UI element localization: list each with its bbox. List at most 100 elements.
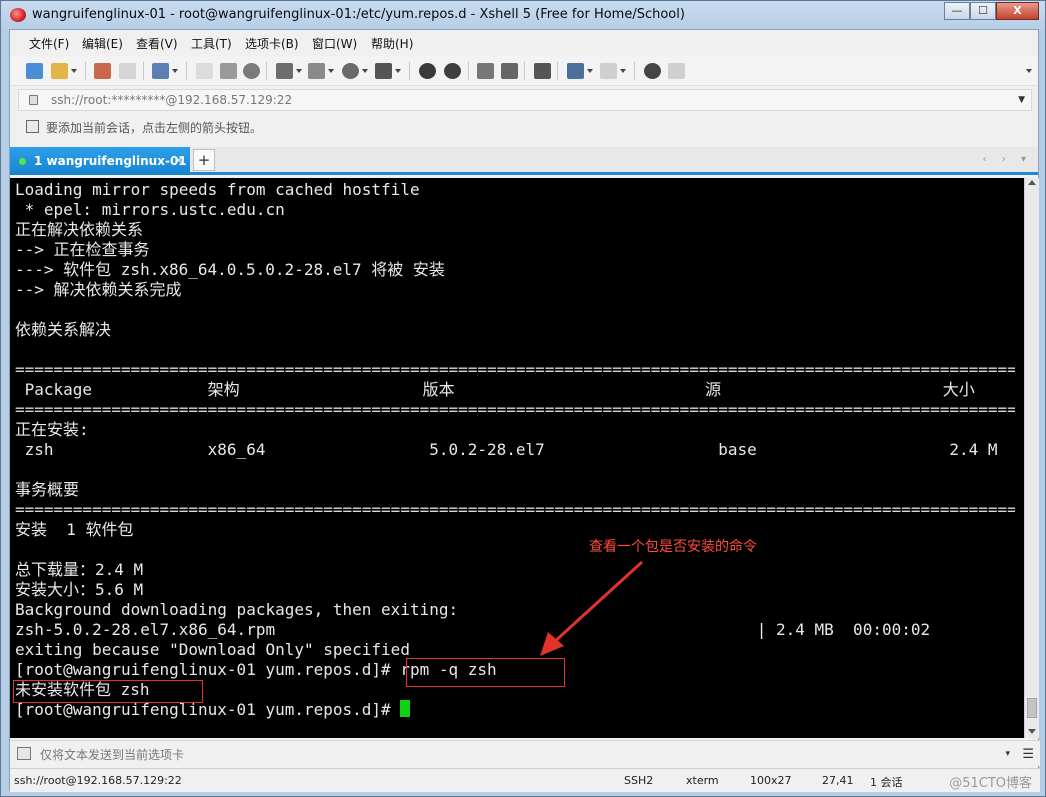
layout-dropdown-icon[interactable] xyxy=(620,69,626,73)
xshell-app-icon[interactable] xyxy=(10,8,26,22)
menu-view[interactable]: 查看(V) xyxy=(136,35,178,52)
tab-navigation-icons[interactable]: ‹ › ▾ xyxy=(983,154,1032,165)
scroll-down-icon[interactable] xyxy=(1028,729,1036,734)
globe-icon[interactable] xyxy=(342,63,359,79)
paste-icon[interactable] xyxy=(220,63,237,79)
menu-help[interactable]: 帮助(H) xyxy=(371,35,413,52)
status-cursor-position: 27,41 xyxy=(822,774,854,787)
watermark: @51CTO博客 xyxy=(949,776,1032,791)
toolbar-separator xyxy=(468,62,469,80)
lock-screen-icon[interactable] xyxy=(501,63,518,79)
command-highlight-box xyxy=(406,658,565,687)
print-icon[interactable] xyxy=(276,63,293,79)
scroll-up-icon[interactable] xyxy=(1028,180,1036,185)
scroll-thumb[interactable] xyxy=(1027,698,1037,718)
client-area: 文件(F) 编辑(E) 查看(V) 工具(T) 选项卡(B) 窗口(W) 帮助(… xyxy=(9,29,1040,792)
maximize-button[interactable]: ☐ xyxy=(970,2,996,20)
menu-file[interactable]: 文件(F) xyxy=(29,35,69,52)
send-bar[interactable]: 仅将文本发送到当前选项卡 ▾ ☰ xyxy=(10,740,1040,766)
new-tab-button[interactable]: + xyxy=(193,149,215,171)
terminal-line: zsh-5.0.2-28.el7.x86_64.rpm | 2.4 MB 00:… xyxy=(15,620,931,639)
menu-window[interactable]: 窗口(W) xyxy=(312,35,357,52)
disconnect-icon[interactable] xyxy=(119,63,136,79)
terminal-prompt-line[interactable]: [root@wangruifenglinux-01 yum.repos.d]# xyxy=(15,700,411,720)
menu-tools[interactable]: 工具(T) xyxy=(191,35,232,52)
fullscreen-icon[interactable] xyxy=(477,63,494,79)
open-dropdown-icon[interactable] xyxy=(71,69,77,73)
toolbar-separator xyxy=(557,62,558,80)
terminal-line: --> 解决依赖关系完成 xyxy=(15,280,182,299)
terminal-line: 安装 1 软件包 xyxy=(15,520,134,539)
add-session-arrow-icon[interactable] xyxy=(26,120,39,133)
xftp-icon[interactable] xyxy=(419,63,436,79)
terminal-line: 正在解决依赖关系 xyxy=(15,220,144,239)
annotation-label: 查看一个包是否安装的命令 xyxy=(589,539,757,555)
terminal-rule: ========================================… xyxy=(15,400,1015,419)
session-hint-bar: 要添加当前会话，点击左侧的箭头按钮。 xyxy=(18,116,1032,138)
xmanager-icon[interactable] xyxy=(444,63,461,79)
layout-icon[interactable] xyxy=(600,63,617,79)
terminal-rule: ========================================… xyxy=(15,500,1015,519)
add-tab-icon[interactable] xyxy=(567,63,584,79)
toolbar-separator xyxy=(143,62,144,80)
terminal-output[interactable]: Loading mirror speeds from cached hostfi… xyxy=(10,178,1024,738)
send-menu-icon[interactable]: ☰ xyxy=(1022,747,1034,762)
toolbar-separator xyxy=(266,62,267,80)
tab-strip: 1 wangruifenglinux-01 × + ‹ › ▾ xyxy=(10,147,1038,175)
help-icon[interactable] xyxy=(644,63,661,79)
keyboard-icon[interactable] xyxy=(534,63,551,79)
address-bar[interactable]: ssh://root:*********@192.168.57.129:22 ▼ xyxy=(18,89,1032,111)
address-input[interactable]: ssh://root:*********@192.168.57.129:22 xyxy=(51,93,292,107)
tab-label: 1 wangruifenglinux-01 xyxy=(34,154,187,168)
send-input[interactable]: 仅将文本发送到当前选项卡 xyxy=(40,746,184,763)
send-dropdown-icon[interactable]: ▾ xyxy=(1005,749,1010,759)
transfer-icon[interactable] xyxy=(308,63,325,79)
compose-icon[interactable] xyxy=(17,747,31,760)
find-icon[interactable] xyxy=(243,63,260,79)
transfer-dropdown-icon[interactable] xyxy=(328,69,334,73)
terminal-cursor xyxy=(400,700,411,717)
copy-icon[interactable] xyxy=(196,63,213,79)
menu-tabs[interactable]: 选项卡(B) xyxy=(245,35,299,52)
toolbar-separator xyxy=(186,62,187,80)
xshell-window: wangruifenglinux-01 - root@wangruifengli… xyxy=(0,0,1046,797)
terminal-scrollbar[interactable] xyxy=(1024,178,1039,738)
tab-session-1[interactable]: 1 wangruifenglinux-01 × xyxy=(10,147,190,175)
font-dropdown-icon[interactable] xyxy=(395,69,401,73)
window-controls: — ☐ X xyxy=(944,2,1039,20)
toolbar-separator xyxy=(85,62,86,80)
address-dropdown-icon[interactable]: ▼ xyxy=(1018,95,1025,105)
title-bar[interactable]: wangruifenglinux-01 - root@wangruifengli… xyxy=(1,1,1045,29)
terminal-line: exiting because "Download Only" specifie… xyxy=(15,640,410,659)
terminal-line: 正在安装: xyxy=(15,420,89,439)
properties-dropdown-icon[interactable] xyxy=(172,69,178,73)
terminal-line: 事务概要 xyxy=(15,480,80,499)
terminal-line: Background downloading packages, then ex… xyxy=(15,600,459,619)
open-folder-icon[interactable] xyxy=(51,63,68,79)
menu-edit[interactable]: 编辑(E) xyxy=(82,35,123,52)
print-dropdown-icon[interactable] xyxy=(296,69,302,73)
connected-status-icon xyxy=(19,158,26,165)
chat-icon[interactable] xyxy=(668,63,685,79)
new-session-icon[interactable] xyxy=(26,63,43,79)
toolbar xyxy=(10,56,1038,86)
window-title: wangruifenglinux-01 - root@wangruifengli… xyxy=(32,7,685,22)
terminal-rule: ========================================… xyxy=(15,360,1015,379)
status-terminal-type: xterm xyxy=(686,774,719,787)
font-icon[interactable] xyxy=(375,63,392,79)
reconnect-icon[interactable] xyxy=(94,63,111,79)
terminal-table-row: zsh x86_64 5.0.2-28.el7 base 2.4 M xyxy=(15,440,998,459)
status-protocol: SSH2 xyxy=(624,774,654,787)
minimize-button[interactable]: — xyxy=(944,2,970,20)
terminal-line: --> 正在检查事务 xyxy=(15,240,150,259)
properties-icon[interactable] xyxy=(152,63,169,79)
tab-close-icon[interactable]: × xyxy=(174,153,184,167)
result-highlight-box xyxy=(13,680,203,703)
close-button[interactable]: X xyxy=(996,2,1039,20)
add-tab-dropdown-icon[interactable] xyxy=(587,69,593,73)
terminal-line: 安装大小：5.6 M xyxy=(15,580,144,599)
toolbar-separator xyxy=(524,62,525,80)
terminal-line: ---> 软件包 zsh.x86_64.0.5.0.2-28.el7 将被 安装 xyxy=(15,260,445,279)
toolbar-overflow-icon[interactable] xyxy=(1026,69,1032,73)
globe-dropdown-icon[interactable] xyxy=(362,69,368,73)
